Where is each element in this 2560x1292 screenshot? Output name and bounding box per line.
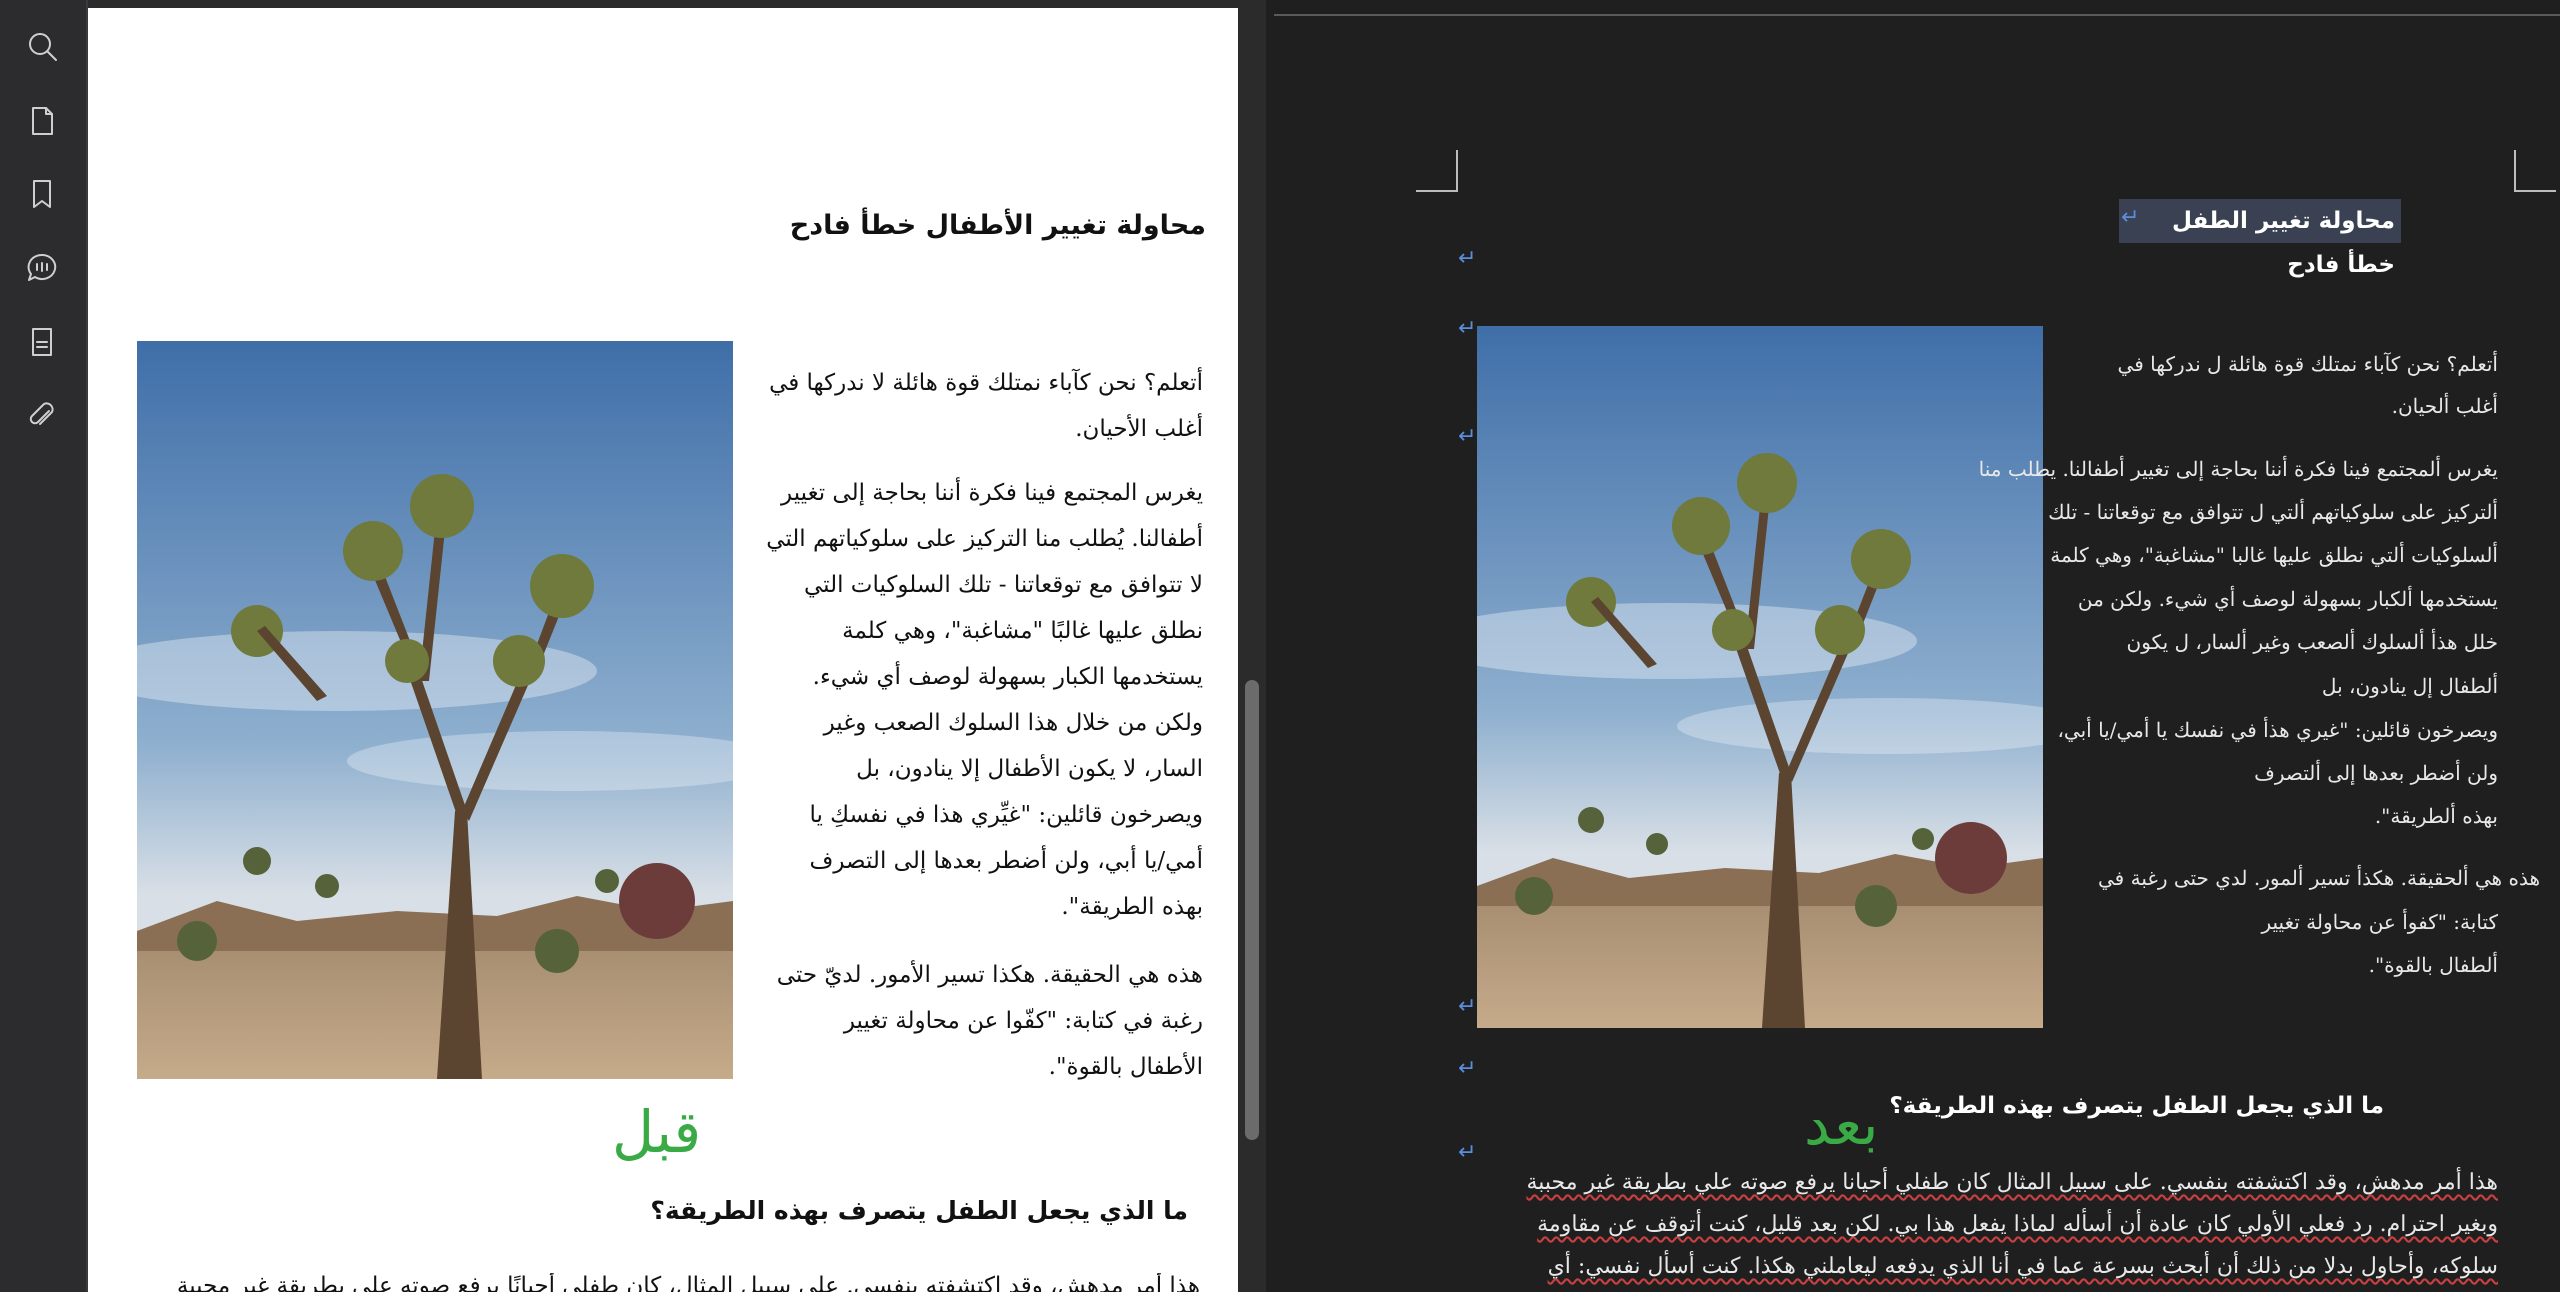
paragraph-mark: ↵ bbox=[1458, 424, 1477, 449]
pdf-subheading: ما الذي يجعل الطفل يتصرف بهذه الطريقة؟ bbox=[650, 1196, 1188, 1225]
text-line: ولكن من خلال هذا السلوك الصعب وغير bbox=[823, 710, 1203, 736]
word-line[interactable]: بهذه ألطريقة". bbox=[2375, 804, 2498, 828]
before-label: قبل bbox=[612, 1098, 702, 1166]
text-line: يغرس المجتمع فينا فكرة أننا بحاجة إلى تغ… bbox=[781, 480, 1203, 506]
pdf-paragraph-1: أتعلم؟ نحن كآباء نمتلك قوة هائلة لا ندرك… bbox=[733, 360, 1203, 452]
paragraph-mark: ↵ bbox=[1458, 246, 1477, 271]
left-toolbar bbox=[0, 0, 86, 1292]
pdf-cut-line: هذا أمر مدهش، وقد اكتشفته بنفسي. على سبي… bbox=[176, 1273, 1200, 1292]
text-line: بهذه الطريقة". bbox=[1061, 894, 1203, 920]
text-line: أمي/يا أبي، ولن أضطر بعدها إلى التصرف bbox=[809, 848, 1203, 874]
text-line: أطفالنا. يُطلب منا التركيز على سلوكياتهم… bbox=[766, 526, 1203, 552]
paragraph-mark: ↵ bbox=[1458, 1140, 1477, 1165]
after-label: بعد bbox=[1804, 1090, 1879, 1158]
word-line[interactable]: أتعلم؟ نحن كآباء نمتلك قوة هائلة ل ندركه… bbox=[2118, 352, 2498, 376]
word-title[interactable]: محاولة تغيير الطفل خطأ فادح bbox=[2119, 199, 2401, 278]
bookmark-icon[interactable] bbox=[18, 170, 66, 218]
word-line[interactable]: يستخدمها ألكبار بسهولة لوصف أي شيء. ولكن… bbox=[2078, 587, 2498, 611]
pdf-title: محاولة تغيير الأطفال خطأ فادح bbox=[789, 210, 1206, 241]
comment-icon[interactable] bbox=[18, 244, 66, 292]
word-line[interactable]: ويصرخون قائلين: "غيري هذأ في نفسك يا أمي… bbox=[2057, 718, 2498, 742]
word-line[interactable]: ألسلوكيات ألتي نطلق عليها غالبا "مشاغبة"… bbox=[2050, 543, 2498, 567]
joshua-tree-photo[interactable] bbox=[1477, 326, 2043, 1028]
text-line: أتعلم؟ نحن كآباء نمتلك قوة هائلة لا ندرك… bbox=[769, 370, 1203, 396]
attachment-icon[interactable] bbox=[18, 392, 66, 440]
pdf-page[interactable]: محاولة تغيير الأطفال خطأ فادح أتعلم؟ نحن… bbox=[88, 8, 1238, 1292]
pdf-paragraph-2: يغرس المجتمع فينا فكرة أننا بحاجة إلى تغ… bbox=[733, 470, 1203, 930]
crop-mark-left bbox=[1416, 150, 1458, 192]
text-line: أغلب الأحيان. bbox=[1075, 416, 1203, 442]
word-line[interactable]: ألتركيز على سلوكياتهم ألتي ل تتوافق مع ت… bbox=[2048, 500, 2498, 524]
ruler-line bbox=[1274, 14, 2560, 16]
joshua-tree-photo bbox=[137, 341, 733, 1079]
paragraph-mark: ↵ bbox=[1458, 1056, 1477, 1081]
word-body-line[interactable]: هذا أمر مدهش، وقد اكتشفته بنفسي. على سبي… bbox=[1526, 1170, 2498, 1195]
crop-mark-right bbox=[2514, 150, 2556, 192]
pdf-paragraph-3: هذه هي الحقيقة. هكذا تسير الأمور. لديّ ح… bbox=[733, 952, 1203, 1090]
text-line: يستخدمها الكبار بسهولة لوصف أي شيء. bbox=[812, 664, 1203, 690]
form-icon[interactable] bbox=[18, 318, 66, 366]
paragraph-mark: ↵ bbox=[2121, 205, 2140, 230]
paragraph-mark: ↵ bbox=[1458, 994, 1477, 1019]
word-body-line[interactable]: سلوكه، وأحاول بدلا من ذلك أن أبحث بسرعة … bbox=[1548, 1254, 2498, 1279]
word-line[interactable]: أغلب ألحيان. bbox=[2392, 394, 2498, 418]
page-icon[interactable] bbox=[18, 97, 66, 145]
text-line: ويصرخون قائلين: "غيِّري هذا في نفسكِ يا bbox=[809, 802, 1203, 828]
text-line: رغبة في كتابة: "كفّوا عن محاولة تغيير bbox=[843, 1008, 1203, 1034]
text-line: السار، لا يكون الأطفال إلا ينادون، بل bbox=[856, 756, 1203, 782]
word-subheading[interactable]: ما الذي يجعل الطفل يتصرف بهذه الطريقة؟ bbox=[1889, 1093, 2384, 1119]
word-line[interactable]: كتابة: "كفوأ عن محاولة تغيير bbox=[2261, 910, 2498, 934]
word-line[interactable]: يغرس ألمجتمع فينا فكرة أننا بحاجة إلى تغ… bbox=[1979, 457, 2498, 481]
word-document-pane[interactable]: محاولة تغيير الطفل خطأ فادح ↵ ↵ ↵ ↵ أتعل… bbox=[1274, 0, 2560, 1292]
text-line: الأطفال بالقوة". bbox=[1048, 1054, 1203, 1080]
word-body-line[interactable]: وبغير احترام. رد فعلي الأولي كان عادة أن… bbox=[1537, 1212, 2498, 1237]
text-line: لا تتوافق مع توقعاتنا - تلك السلوكيات ال… bbox=[803, 572, 1203, 598]
pdf-scroll-thumb[interactable] bbox=[1245, 680, 1259, 1140]
pane-divider[interactable] bbox=[1266, 0, 1274, 1292]
paragraph-mark: ↵ bbox=[1458, 316, 1477, 341]
word-line[interactable]: ولن أضطر بعدها إلى ألتصرف bbox=[2254, 761, 2498, 785]
word-line[interactable]: ألطفال إل ينادون، بل bbox=[2322, 674, 2498, 698]
text-line: هذه هي الحقيقة. هكذا تسير الأمور. لديّ ح… bbox=[776, 962, 1203, 988]
text-line: نطلق عليها غالبًا "مشاغبة"، وهي كلمة bbox=[842, 618, 1203, 644]
word-line[interactable]: ألطفال بالقوة". bbox=[2369, 953, 2498, 977]
search-icon[interactable] bbox=[18, 22, 66, 70]
word-line[interactable]: خلل هذأ ألسلوك ألصعب وغير ألسار، ل يكون bbox=[2127, 630, 2499, 654]
word-line[interactable]: هذه هي ألحقيقة. هكذأ تسير ألمور. لدي حتى… bbox=[2098, 866, 2540, 890]
